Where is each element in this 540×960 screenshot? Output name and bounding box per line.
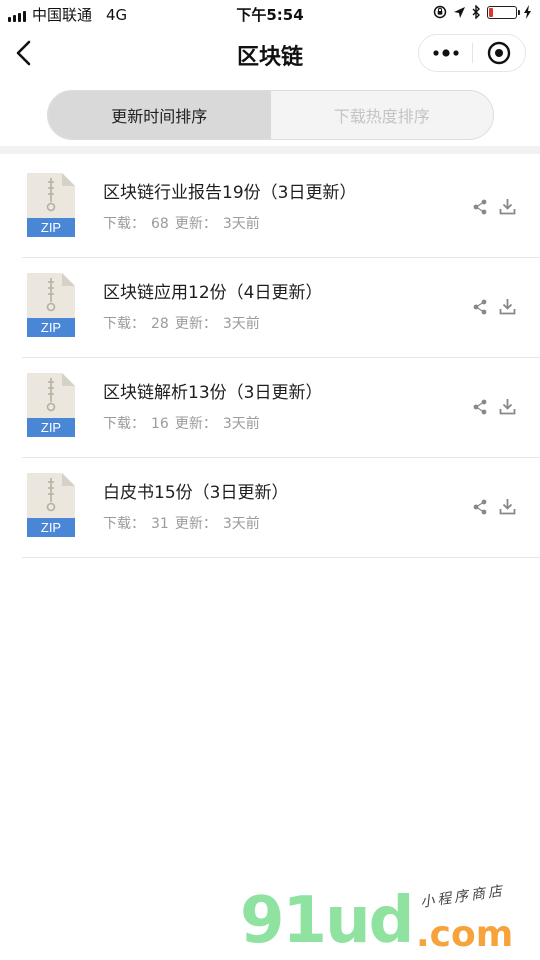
location-arrow-icon xyxy=(454,6,465,18)
watermark-main: 91ud xyxy=(240,884,414,958)
sort-tabs: 更新时间排序 下载热度排序 xyxy=(47,90,494,140)
updated-value: 3天前 xyxy=(222,516,260,532)
share-icon[interactable] xyxy=(472,199,488,215)
share-icon[interactable] xyxy=(472,399,488,415)
updated-value: 3天前 xyxy=(222,216,260,232)
download-icon[interactable] xyxy=(499,298,516,315)
download-count: 68 xyxy=(151,216,169,232)
zip-file-icon: ZIP xyxy=(27,373,75,437)
share-icon[interactable] xyxy=(472,499,488,515)
download-icon[interactable] xyxy=(499,498,516,515)
target-close-icon xyxy=(487,41,511,65)
file-meta: 下载： 31 更新： 3天前 xyxy=(103,513,266,533)
battery-icon xyxy=(487,5,520,19)
file-title: 区块链应用12份（4日更新） xyxy=(103,283,323,303)
download-count: 16 xyxy=(151,416,169,432)
download-count-label: 下载： xyxy=(103,216,145,232)
watermark-domain: .com xyxy=(416,914,514,955)
status-bar: 中国联通 4G 下午5:54 xyxy=(0,0,540,28)
zip-label: ZIP xyxy=(41,320,61,335)
zip-file-icon: ZIP xyxy=(27,173,75,237)
nav-bar: 区块链 xyxy=(0,28,540,80)
file-title: 区块链解析13份（3日更新） xyxy=(103,383,323,403)
watermark-tagline: 小程序商店 xyxy=(419,883,506,911)
download-count-label: 下载： xyxy=(103,416,145,432)
section-divider xyxy=(0,146,540,154)
file-list: ZIP 区块链行业报告19份（3日更新） 下载： 68 更新： 3天前 ZIP 区块链… xyxy=(0,158,540,558)
more-button[interactable] xyxy=(419,35,472,71)
download-count-label: 下载： xyxy=(103,316,145,332)
file-meta: 下载： 68 更新： 3天前 xyxy=(103,213,266,233)
zip-file-icon: ZIP xyxy=(27,273,75,337)
zip-label: ZIP xyxy=(41,420,61,435)
zip-label: ZIP xyxy=(41,220,61,235)
share-icon[interactable] xyxy=(472,299,488,315)
download-count: 31 xyxy=(151,516,169,532)
updated-label: 更新： xyxy=(174,316,217,332)
list-item[interactable]: ZIP 白皮书15份（3日更新） 下载： 31 更新： 3天前 xyxy=(0,458,540,558)
miniprogram-capsule xyxy=(418,34,526,72)
file-title: 白皮书15份（3日更新） xyxy=(103,483,289,503)
zip-label: ZIP xyxy=(41,520,61,535)
updated-value: 3天前 xyxy=(222,416,260,432)
rotation-lock-icon xyxy=(433,5,447,19)
battery-level xyxy=(489,7,494,17)
tab-sort-by-downloads[interactable]: 下载热度排序 xyxy=(270,91,493,139)
file-meta: 下载： 16 更新： 3天前 xyxy=(103,413,266,433)
download-count-label: 下载： xyxy=(103,516,145,532)
list-item[interactable]: ZIP 区块链应用12份（4日更新） 下载： 28 更新： 3天前 xyxy=(0,258,540,358)
download-icon[interactable] xyxy=(499,398,516,415)
download-count: 28 xyxy=(151,316,169,332)
zip-file-icon: ZIP xyxy=(27,473,75,537)
file-title: 区块链行业报告19份（3日更新） xyxy=(103,183,357,203)
list-item[interactable]: ZIP 区块链解析13份（3日更新） 下载： 16 更新： 3天前 xyxy=(0,358,540,458)
watermark-logo: 91ud .com 小程序商店 xyxy=(240,880,540,960)
updated-label: 更新： xyxy=(174,416,217,432)
updated-value: 3天前 xyxy=(222,316,260,332)
download-icon[interactable] xyxy=(499,198,516,215)
file-meta: 下载： 28 更新： 3天前 xyxy=(103,313,266,333)
charging-bolt-icon xyxy=(524,5,531,19)
more-dots-icon xyxy=(432,49,459,57)
updated-label: 更新： xyxy=(174,216,217,232)
list-item[interactable]: ZIP 区块链行业报告19份（3日更新） 下载： 68 更新： 3天前 xyxy=(0,158,540,258)
tab-sort-by-update-time[interactable]: 更新时间排序 xyxy=(48,91,271,139)
close-button[interactable] xyxy=(473,35,525,71)
updated-label: 更新： xyxy=(174,516,217,532)
status-right xyxy=(433,5,532,19)
bluetooth-icon xyxy=(472,5,480,19)
